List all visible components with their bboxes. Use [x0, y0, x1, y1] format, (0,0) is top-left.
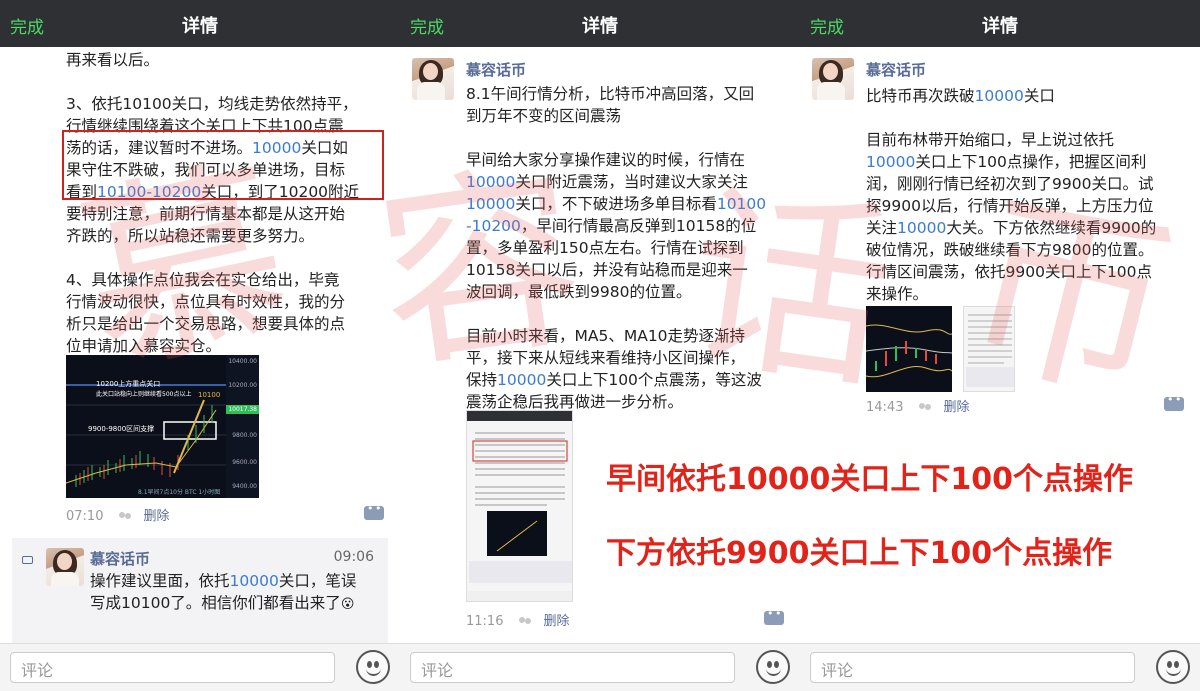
- reply-section: 慕容话币 09:06 操作建议里面，依托10000关口，笔误 写成10100了。…: [12, 538, 388, 644]
- avatar[interactable]: [412, 58, 454, 100]
- comment-bar: 评论: [400, 643, 800, 691]
- comment-bar: 评论: [0, 643, 400, 691]
- reply-time: 09:06: [333, 549, 374, 565]
- post-time: 14:43: [866, 400, 904, 415]
- post-text: 比特币再次跌破10000关口 目前布林带开始缩口，早上说过依托 10000关口上…: [866, 87, 1157, 303]
- nav-bar: 完成 详情: [0, 0, 400, 47]
- screenshot-thumbnail: [467, 411, 572, 601]
- text-line: 位申请加入慕容实仓。: [66, 337, 222, 355]
- chart-price-label: 10017.38: [228, 406, 257, 413]
- chart-box-label: 9900-9800区间支撑: [88, 425, 155, 433]
- visibility-icon: [517, 616, 533, 627]
- avatar[interactable]: [812, 58, 854, 100]
- avatar[interactable]: [46, 548, 84, 586]
- post-user-name[interactable]: 慕容话币: [466, 59, 526, 80]
- reply-text: 操作建议里面，依托10000关口，笔误 写成10100了。相信你们都看出来了😮: [90, 572, 357, 612]
- visibility-icon: [117, 511, 133, 522]
- visibility-icon: [917, 402, 933, 413]
- chart-annotation: 10100: [198, 391, 221, 399]
- moment-detail-panel-2: 完成 详情 慕容话币 8.1午间行情分析，比特币冲高回落，又回 到万年不变的区间…: [400, 0, 800, 691]
- comment-input[interactable]: 评论: [410, 652, 735, 683]
- chart-price-label: 9800.00: [232, 432, 257, 439]
- delete-button[interactable]: 删除: [543, 614, 569, 629]
- comment-input[interactable]: 评论: [10, 652, 335, 683]
- post-time: 07:10: [66, 509, 104, 524]
- btc-chart-image[interactable]: 10400.00 10200.00 10017.38 9800.00 9600.…: [66, 355, 259, 498]
- shocked-emoji-icon: 😮: [340, 597, 355, 612]
- price-link[interactable]: 10000: [866, 153, 915, 171]
- text-line: 行情波动很快，点位具有时效性，我的分: [66, 293, 346, 311]
- price-link[interactable]: 10100: [717, 195, 766, 213]
- moment-detail-panel-3: 完成 详情 慕容话币 比特币再次跌破10000关口 目前布林带开始缩口，早上说过…: [800, 0, 1200, 691]
- moment-detail-panel-1: 完成 详情 再来看以后。 3、依托10100关口，均线走势依然持平， 行情继续围…: [0, 0, 400, 691]
- comment-bar: 评论: [800, 643, 1200, 691]
- emoji-icon[interactable]: [756, 650, 790, 684]
- post-meta: 14:43 删除: [866, 396, 969, 415]
- text-line: 3、依托10100关口，均线走势依然持平，: [66, 95, 358, 113]
- chart-thumbnail: [866, 324, 952, 378]
- screenshot-image[interactable]: [963, 306, 1015, 392]
- price-link[interactable]: 10000: [497, 371, 546, 389]
- chart-annotation: 10200上方重点关口: [96, 380, 161, 388]
- delete-button[interactable]: 删除: [943, 400, 969, 415]
- nav-bar: 完成 详情: [400, 0, 800, 47]
- chart-annotation: 此关口站稳向上则继续看500点以上: [96, 391, 192, 398]
- chart-footer: 8.1早间7点10分 BTC 1小时图: [138, 489, 221, 496]
- chart-price-label: 9600.00: [232, 459, 257, 466]
- emoji-icon[interactable]: [1156, 650, 1190, 684]
- text-line: 4、具体操作点位我会在实仓给出，毕竟: [66, 271, 340, 289]
- post-meta: 07:10 删除: [66, 505, 169, 524]
- post-text: 8.1午间行情分析，比特币冲高回落，又回 到万年不变的区间震荡 早间给大家分享操…: [466, 85, 767, 411]
- screenshot-thumbnail: [966, 314, 1014, 387]
- overlay-caption-2: 下方依托9900关口上下100个点操作: [606, 536, 1113, 571]
- bollinger-chart-image[interactable]: [866, 306, 952, 392]
- chart-price-label: 10200.00: [228, 382, 257, 389]
- text-line: 再来看以后。: [66, 51, 160, 69]
- text-line: 要特别注意，前期行情基本都是从这开始: [66, 205, 346, 223]
- post-text: 再来看以后。 3、依托10100关口，均线走势依然持平， 行情继续围绕着这个关口…: [66, 49, 386, 357]
- delete-button[interactable]: 删除: [143, 509, 169, 524]
- screenshot-image[interactable]: [466, 410, 573, 602]
- price-link[interactable]: 10000: [897, 219, 946, 237]
- comment-bubble-icon: [22, 556, 33, 564]
- more-options-icon[interactable]: [364, 502, 384, 520]
- price-link[interactable]: 10000: [975, 87, 1024, 105]
- overlay-caption-1: 早间依托10000关口上下100个点操作: [606, 462, 1133, 497]
- text-line: 齐跌的，所以站稳还需要更多努力。: [66, 227, 315, 245]
- nav-bar: 完成 详情: [800, 0, 1200, 47]
- highlight-box: [62, 130, 384, 200]
- post-user-name[interactable]: 慕容话币: [866, 59, 926, 80]
- comment-input[interactable]: 评论: [810, 652, 1135, 683]
- emoji-icon[interactable]: [356, 650, 390, 684]
- price-link[interactable]: 10000: [230, 572, 279, 590]
- chart-price-label: 10400.00: [228, 358, 257, 365]
- more-options-icon[interactable]: [764, 607, 784, 625]
- post-meta: 11:16 删除: [466, 610, 569, 629]
- more-options-icon[interactable]: [1164, 393, 1184, 411]
- reply-user-name[interactable]: 慕容话币: [90, 548, 150, 569]
- price-link[interactable]: 10000: [466, 195, 515, 213]
- post-time: 11:16: [466, 614, 504, 629]
- nav-title: 详情: [182, 16, 218, 37]
- text-line: 析只是给出一个交易思路，想要具体的点: [66, 315, 346, 333]
- price-link[interactable]: 10000: [466, 173, 515, 191]
- nav-title: 详情: [582, 16, 618, 37]
- nav-title: 详情: [982, 16, 1018, 37]
- chart-price-label: 9400.00: [232, 483, 257, 490]
- price-link[interactable]: -10200: [466, 217, 521, 235]
